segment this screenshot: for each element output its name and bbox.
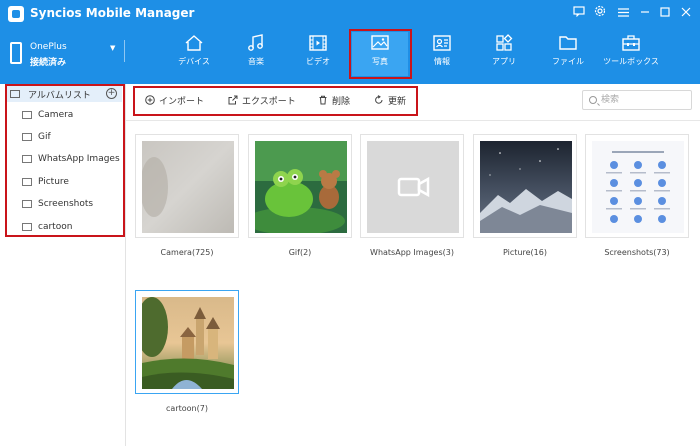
tab-label: 情報 [434,57,450,66]
album-card-gif[interactable] [248,134,352,238]
device-status: 接続済み [30,58,67,68]
tab-music[interactable]: 音楽 [228,34,284,76]
app-logo-icon [8,6,24,22]
picture-icon [22,223,32,231]
feedback-icon[interactable] [570,5,588,23]
album-card-cartoon[interactable] [135,290,239,394]
album-label: cartoon [38,222,73,232]
album-caption: Gif(2) [288,248,312,257]
tab-video[interactable]: ビデオ [290,34,346,76]
gear-icon[interactable] [591,5,609,23]
picture-icon [22,200,32,208]
import-label: インポート [159,97,205,107]
album-caption: cartoon(7) [166,404,208,413]
import-button[interactable]: インポート [145,94,204,107]
album-card-screenshots[interactable] [585,134,689,238]
refresh-icon [375,95,383,104]
music-icon [248,34,263,51]
album-label: Camera [38,110,74,120]
album-card-whatsapp[interactable] [360,134,464,238]
search-icon [589,96,597,104]
tab-label: 音楽 [248,57,264,66]
album-list-title: アルバムリスト [28,91,91,101]
album-list-item[interactable]: Picture [6,173,122,191]
album-list-item[interactable]: Gif [6,128,122,146]
album-label: Picture [38,177,69,187]
album-list-item[interactable]: WhatsApp Images [6,150,122,168]
minimize-icon[interactable] [636,5,654,23]
tab-info[interactable]: 情報 [414,34,470,76]
title-bar: Syncios Mobile Manager [0,0,700,28]
album-label: Screenshots [38,199,94,209]
home-icon [185,35,203,51]
film-icon [309,35,327,51]
album-thumbnail [142,141,234,233]
phone-icon [10,42,22,64]
picture-icon [22,178,32,186]
picture-icon [22,133,32,141]
photo-toolbar: インポート エクスポート 削除 更新 [133,86,418,114]
album-sidebar: アルバムリスト + Camera Gif WhatsApp Images Pic… [0,84,126,446]
album-card-camera[interactable] [135,134,239,238]
album-caption: Screenshots(73) [604,248,670,257]
search-box[interactable] [582,90,692,110]
tab-files[interactable]: ファイル [538,34,598,76]
export-button[interactable]: エクスポート [228,94,296,107]
album-list-item[interactable]: cartoon [6,218,122,236]
album-card-picture[interactable] [473,134,577,238]
picture-icon [22,111,32,119]
tab-label: ツールボックス [603,57,659,66]
delete-button[interactable]: 削除 [318,94,350,107]
contact-card-icon [433,35,451,51]
close-icon[interactable] [677,5,695,23]
tab-label: ファイル [552,57,584,66]
photo-icon [371,35,389,50]
trash-icon [319,95,327,105]
export-icon [228,95,238,105]
toolbar-divider [126,120,700,121]
tab-photos[interactable]: 写真 [352,32,408,76]
plus-circle-icon [145,95,155,105]
album-thumbnail [367,141,459,233]
album-list-item[interactable]: Camera [6,106,122,124]
tab-label: 写真 [372,57,388,66]
device-name: OnePlus [30,42,67,52]
album-thumbnail [592,141,684,233]
device-selector[interactable]: OnePlus 接続済み ▼ [8,40,126,74]
album-caption: Picture(16) [503,248,547,257]
album-label: WhatsApp Images [38,154,120,164]
export-label: エクスポート [242,97,296,107]
tab-device[interactable]: デバイス [166,34,222,76]
delete-label: 削除 [332,97,351,107]
album-label: Gif [38,132,51,142]
tab-toolbox[interactable]: ツールボックス [598,34,664,76]
picture-icon [22,155,32,163]
tab-label: ビデオ [306,57,330,66]
album-list-item[interactable]: Screenshots [6,195,122,213]
album-thumbnail [255,141,347,233]
toolbox-icon [622,35,640,51]
refresh-label: 更新 [388,97,407,107]
picture-icon [10,90,20,98]
header-divider [124,40,125,62]
refresh-button[interactable]: 更新 [374,94,406,107]
maximize-icon[interactable] [656,5,674,23]
menu-icon[interactable] [614,5,632,23]
album-list-header[interactable]: アルバムリスト + [6,86,122,102]
chevron-down-icon: ▼ [110,44,116,52]
folder-icon [559,36,577,50]
tab-label: デバイス [178,57,210,66]
add-album-icon[interactable]: + [106,88,117,99]
tab-apps[interactable]: アプリ [476,34,532,76]
album-caption: Camera(725) [160,248,214,257]
album-thumbnail [480,141,572,233]
app-title: Syncios Mobile Manager [30,6,195,20]
search-input[interactable] [601,93,689,107]
album-thumbnail [142,297,234,389]
app-header: Syncios Mobile Manager OnePlus 接続済み ▼ デバ… [0,0,700,84]
tab-label: アプリ [492,57,516,66]
album-caption: WhatsApp Images(3) [370,248,454,257]
apps-icon [496,34,513,51]
